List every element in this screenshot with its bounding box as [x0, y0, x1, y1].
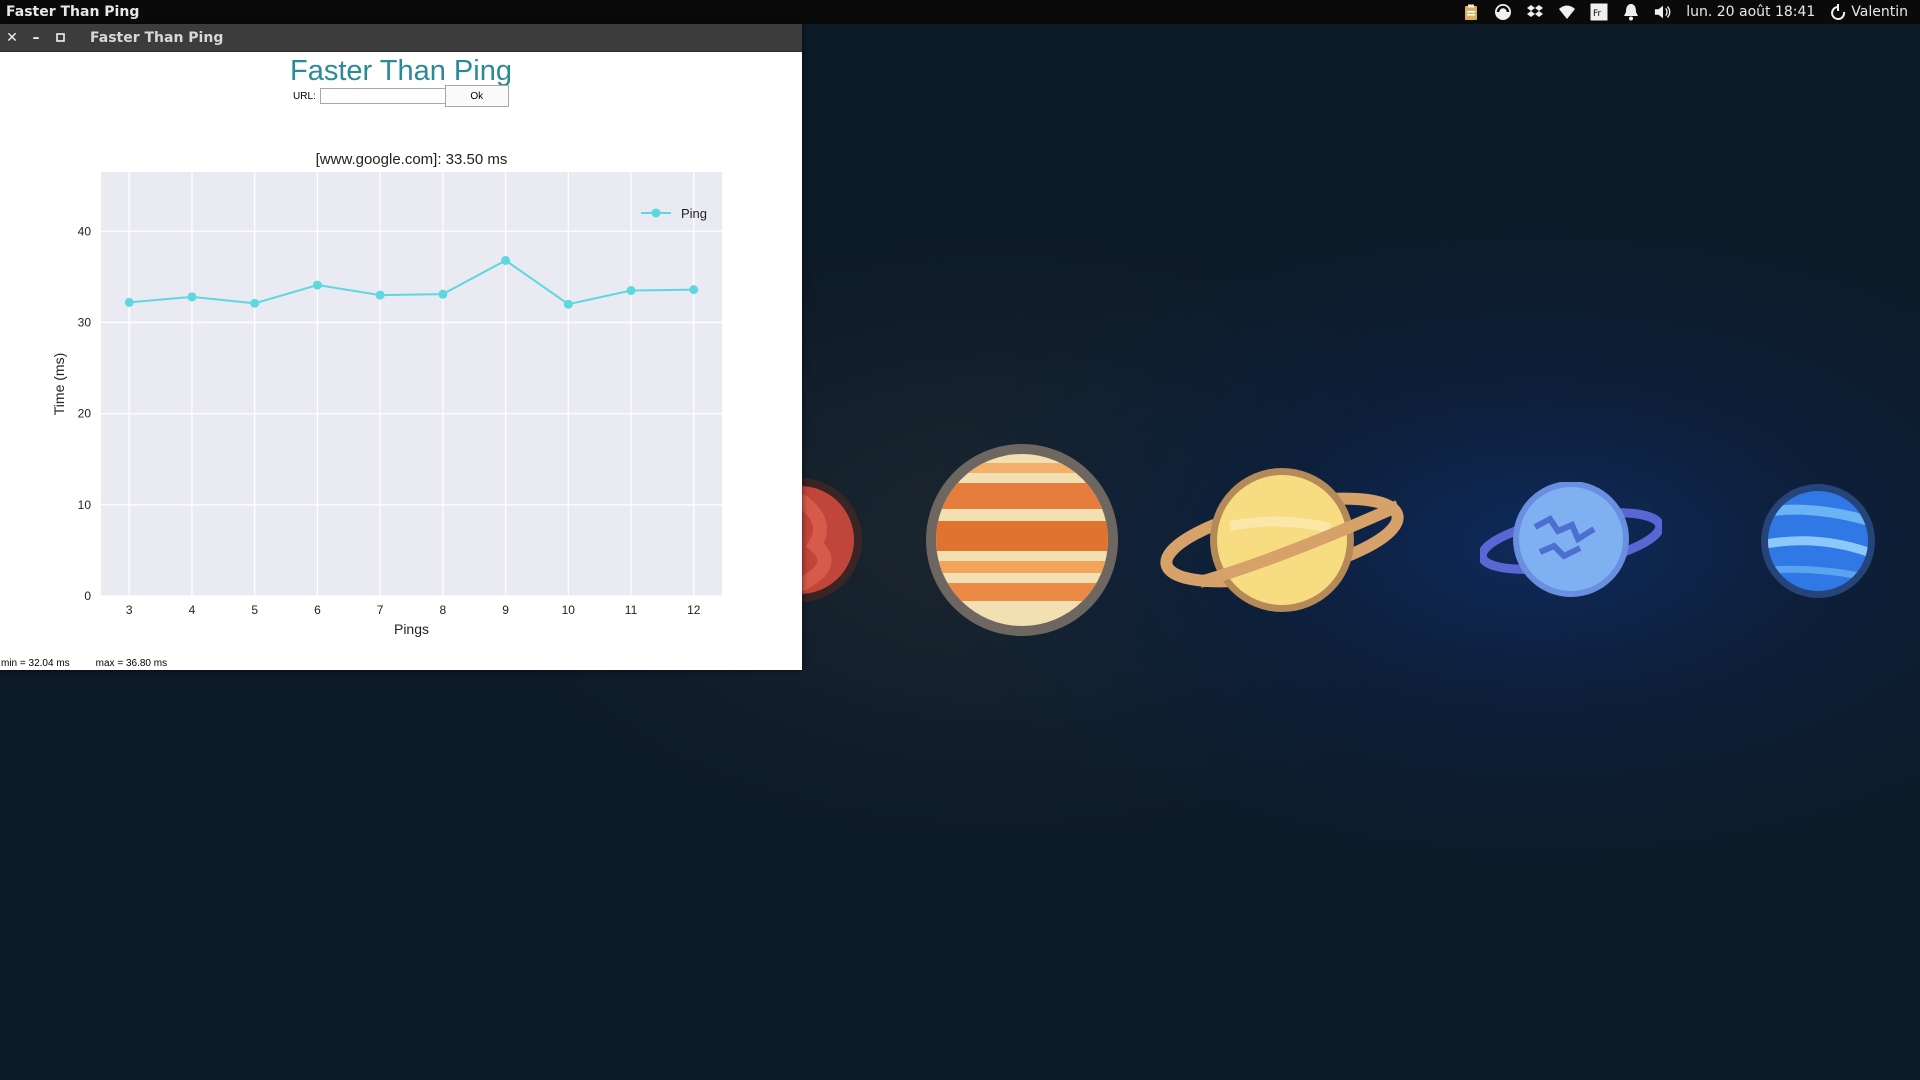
volume-icon[interactable] — [1654, 3, 1672, 21]
wallpaper-saturn-planet — [1160, 468, 1404, 612]
y-tick-label: 10 — [78, 498, 92, 512]
dropbox-icon[interactable] — [1526, 3, 1544, 21]
y-axis-label: Time (ms) — [51, 353, 67, 415]
y-tick-label: 0 — [84, 589, 91, 603]
x-tick-label: 5 — [251, 603, 258, 617]
x-tick-label: 7 — [377, 603, 384, 617]
legend-label: Ping — [681, 206, 707, 221]
wallpaper-uranus-planet — [1480, 482, 1662, 597]
x-tick-label: 4 — [189, 603, 196, 617]
wifi-icon[interactable] — [1558, 3, 1576, 21]
clock[interactable]: lun. 20 août 18:41 — [1686, 4, 1815, 20]
min-stat: min = 32.04 ms — [1, 658, 70, 669]
x-tick-label: 3 — [126, 603, 133, 617]
data-point — [438, 289, 448, 299]
top-panel: Faster Than Ping Fr lun. 20 août 18:41 V… — [0, 0, 1920, 24]
x-axis-label: Pings — [394, 621, 429, 637]
data-point — [187, 292, 197, 302]
clipboard-icon[interactable] — [1462, 3, 1480, 21]
x-tick-label: 8 — [440, 603, 447, 617]
maximize-icon[interactable] — [48, 24, 72, 51]
x-tick-label: 11 — [625, 603, 638, 617]
window-titlebar[interactable]: ✕ – Faster Than Ping — [0, 24, 802, 52]
data-point — [250, 298, 260, 308]
data-point — [124, 297, 134, 307]
data-point — [689, 285, 699, 295]
data-point — [563, 299, 573, 309]
x-tick-label: 6 — [314, 603, 321, 617]
notification-bell-icon[interactable] — [1622, 3, 1640, 21]
data-point — [626, 286, 636, 296]
max-stat: max = 36.80 ms — [95, 658, 168, 669]
system-tray: Fr lun. 20 août 18:41 Valentin — [1462, 3, 1908, 21]
wallpaper-neptune-planet — [1761, 484, 1875, 598]
app-window: ✕ – Faster Than Ping Faster Than Ping UR… — [0, 24, 802, 670]
legend-marker — [651, 208, 661, 218]
chart-title: [www.google.com]: 33.50 ms — [316, 151, 508, 168]
active-app-title: Faster Than Ping — [6, 4, 140, 20]
window-title: Faster Than Ping — [90, 29, 224, 46]
y-tick-label: 30 — [78, 315, 92, 329]
x-tick-label: 10 — [562, 603, 576, 617]
wallpaper-jupiter-planet — [926, 444, 1118, 636]
close-icon[interactable]: ✕ — [0, 24, 24, 51]
x-tick-label: 9 — [502, 603, 509, 617]
y-tick-label: 20 — [78, 407, 92, 421]
y-tick-label: 40 — [78, 224, 92, 238]
keyboard-layout-icon[interactable]: Fr — [1590, 3, 1608, 21]
app-content: Faster Than Ping URL: Ok 0 10 20 30 40 3 4 5 6 7 8… — [0, 52, 802, 671]
session-menu[interactable]: Valentin — [1829, 3, 1908, 21]
keyboard-layout-label: Fr — [1593, 9, 1602, 19]
user-name: Valentin — [1851, 4, 1908, 20]
plot-area — [101, 172, 722, 596]
ping-chart: 0 10 20 30 40 3 4 5 6 7 8 9 10 11 12 [www.google.com]: … — [51, 151, 722, 637]
minimize-icon[interactable]: – — [24, 24, 48, 51]
data-point — [375, 290, 385, 300]
data-point — [312, 280, 322, 290]
sync-icon[interactable] — [1494, 3, 1512, 21]
session-power-icon — [1829, 3, 1847, 21]
x-tick-label: 12 — [687, 603, 701, 617]
stats-bar: min = 32.04 ms max = 36.80 ms — [1, 658, 167, 669]
data-point — [501, 255, 511, 265]
